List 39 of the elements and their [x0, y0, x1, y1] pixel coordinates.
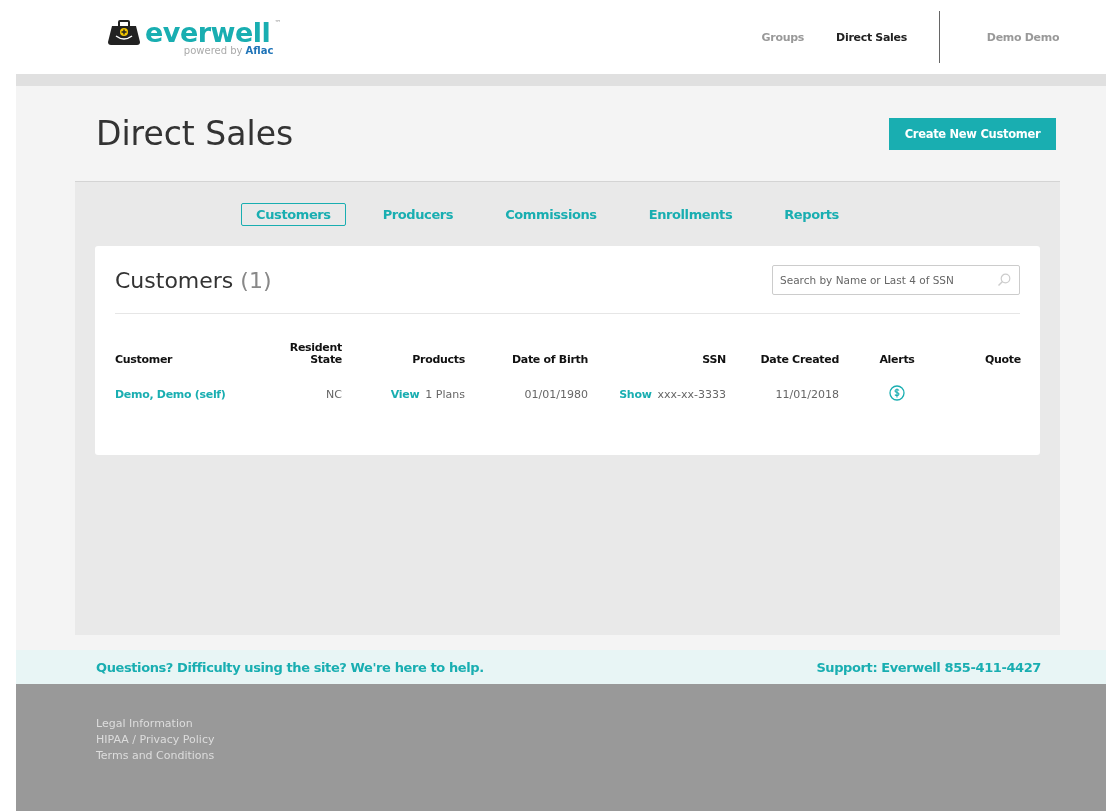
help-text: Questions? Difficulty using the site? We're here to help.	[96, 659, 484, 675]
table-cell: NC	[326, 388, 342, 401]
table-cell: 01/01/1980	[524, 388, 588, 401]
column-header: Alerts	[878, 352, 916, 366]
tab[interactable]: Producers	[367, 203, 469, 226]
show-link[interactable]: Show	[619, 388, 652, 401]
view-link[interactable]: View	[390, 388, 420, 401]
customer-link[interactable]: Demo, Demo (self)	[115, 388, 226, 401]
column-header: Date Created	[759, 352, 839, 366]
tab[interactable]: Reports	[769, 203, 854, 226]
support-text: Support: Everwell 855-411-4427	[816, 659, 1041, 675]
column-header: SSN	[701, 352, 726, 366]
search-field[interactable]: Search by Name or Last 4 of SSN	[772, 265, 1020, 295]
column-header: Date of Birth	[510, 352, 588, 366]
nav-link[interactable]: Direct Sales	[836, 30, 907, 44]
tab[interactable]: Enrollments	[633, 203, 748, 226]
logo-wordmark: everwell	[145, 18, 271, 46]
user-menu[interactable]: Demo Demo	[940, 30, 1106, 44]
column-header: Customer	[115, 352, 174, 366]
tab[interactable]: Customers	[241, 203, 346, 226]
column-header: Quote	[984, 352, 1021, 366]
dollar-icon[interactable]	[889, 385, 905, 401]
table-cell: 11/01/2018	[775, 388, 839, 401]
table-cell: xxx-xx-3333	[657, 388, 726, 401]
column-header: Products	[411, 352, 465, 366]
footer-link[interactable]: HIPAA / Privacy Policy	[96, 733, 215, 746]
logo-tagline: powered by	[183, 44, 243, 56]
column-header: Resident State	[288, 340, 342, 366]
create-customer-button[interactable]: Create New Customer	[889, 117, 1056, 150]
section-title: Customers (1)	[115, 267, 272, 293]
medical-bag-icon	[107, 19, 141, 45]
tab[interactable]: Commissions	[490, 203, 612, 226]
table-cell: 1 Plans	[425, 388, 465, 401]
footer-link[interactable]: Legal Information	[96, 717, 193, 730]
search-icon	[997, 273, 1011, 287]
page-title: Direct Sales	[96, 114, 294, 153]
footer-link[interactable]: Terms and Conditions	[96, 749, 215, 762]
partner-logo: Aflac	[245, 44, 274, 56]
nav-link[interactable]: Groups	[761, 30, 805, 44]
